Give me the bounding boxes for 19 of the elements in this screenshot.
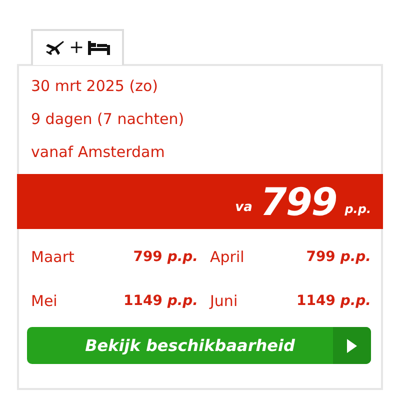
month-label: April <box>209 247 246 267</box>
airplane-icon <box>45 40 65 56</box>
bed-icon <box>88 41 110 55</box>
price-amount: 799 <box>260 180 337 224</box>
price-unit: p.p. <box>344 202 371 216</box>
month-label: Mei <box>31 291 58 311</box>
plus-sign: + <box>69 39 84 57</box>
month-price: 1149 p.p. <box>295 292 371 311</box>
month-label: Maart <box>31 247 76 267</box>
month-price: 799 p.p. <box>305 248 371 267</box>
month-price: 1149 p.p. <box>122 292 198 311</box>
flight-hotel-tab[interactable]: + <box>31 29 124 65</box>
trip-detail: 9 dagen (7 nachten) <box>31 109 186 129</box>
month-label: Juni <box>208 291 239 311</box>
play-arrow-icon <box>347 338 357 352</box>
trip-detail: vanaf Amsterdam <box>31 142 166 162</box>
price-prefix: va <box>235 200 252 215</box>
trip-detail: 30 mrt 2025 (zo) <box>31 76 159 96</box>
month-price: 799 p.p. <box>132 248 198 267</box>
